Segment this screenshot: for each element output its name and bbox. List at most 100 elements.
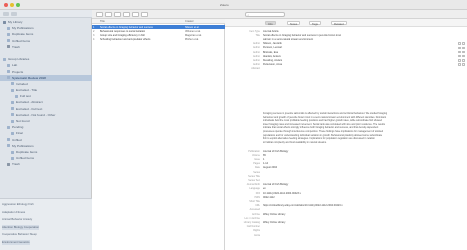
new-collection-button[interactable] [3, 12, 9, 16]
field-label: Volume [252, 153, 260, 157]
item-number: 3 [93, 33, 95, 37]
item-pane: Info Notes Tags Related Item Type Journal Ar… [225, 19, 467, 250]
add-creator-button[interactable] [462, 46, 465, 49]
tag-row[interactable]: Cooperative Behavior Sleep [2, 232, 37, 237]
tab-tags[interactable]: Tags [309, 21, 321, 26]
item-pane-tabs: Info Notes Tags Related [225, 19, 467, 27]
field-value[interactable]: Wiley Online Library [263, 221, 453, 224]
field-value[interactable]: Alanärä, Anders [263, 55, 453, 58]
field-value[interactable]: https://onlinelibrary.wiley.com/doi/abs/… [263, 204, 453, 207]
tab-info[interactable]: Info [265, 21, 276, 26]
field-row: Extra [225, 233, 467, 237]
minimize-window-button[interactable] [10, 3, 14, 7]
field-value[interactable]: 10.1111/j.0022-1112.2004.00423.x [263, 192, 453, 195]
field-value[interactable]: Social effects on foraging behavior and … [263, 34, 453, 37]
field-value[interactable]: Pettersson, Anna [263, 63, 453, 66]
field-value[interactable]: Journal of Fish Biology [263, 183, 453, 186]
add-creator-button[interactable] [462, 63, 465, 66]
field-label: Series Title [248, 174, 260, 178]
field-value[interactable]: en [263, 187, 453, 190]
window-title: Zotero [220, 3, 229, 7]
abstract-text[interactable]: Foraging success in juvenile salmonids i… [263, 112, 463, 144]
field-value[interactable]: 65 [263, 154, 453, 157]
field-label: Author [252, 63, 260, 67]
field-label: Pages [253, 162, 260, 166]
field-value[interactable]: Journal of Fish Biology [263, 150, 453, 153]
search-input[interactable]: ⌕ [245, 12, 285, 17]
publications-icon [7, 26, 10, 30]
sidebar-menu-button[interactable] [11, 12, 17, 16]
field-value[interactable]: salmon in a semi-natural stream environm… [263, 38, 453, 41]
folder-icon [11, 82, 14, 86]
add-creator-button[interactable] [462, 54, 465, 58]
item-creator: Vilhunen et al. [185, 29, 201, 33]
tag-row[interactable]: Adaptation Fitness [2, 210, 25, 215]
field-label: Loc. in Archive [244, 216, 260, 220]
field-row: Abstract [225, 67, 467, 71]
field-label: Abstract [251, 67, 260, 71]
new-note-button[interactable] [114, 12, 121, 17]
field-value[interactable]: Nilsson, Jan-Erik [263, 42, 453, 45]
folder-icon [15, 94, 18, 98]
field-value[interactable]: Journal Article [263, 30, 453, 33]
folder-icon [7, 144, 10, 148]
add-attachment-button[interactable] [123, 12, 130, 17]
tab-related[interactable]: Related [331, 21, 347, 26]
remove-creator-button[interactable] [458, 46, 461, 49]
field-value[interactable]: 1 [263, 158, 453, 161]
field-value[interactable]: 0022-1112 [263, 196, 453, 199]
field-label: ISSN [254, 195, 260, 199]
collections-sidebar: My Library My Publications Duplicate Items… [0, 10, 92, 250]
field-value[interactable]: August 2004 [263, 166, 453, 169]
field-label: Call Number [246, 225, 260, 229]
sidebar-item[interactable]: Trash [0, 161, 92, 167]
collection-tree: My Library My Publications Duplicate Items… [0, 19, 92, 168]
tag-row[interactable]: Aggression Ethology Fish [2, 202, 34, 207]
field-value[interactable]: Kiessling, Anders [263, 59, 453, 62]
field-label: Author [252, 42, 260, 46]
folder-icon [7, 138, 10, 142]
field-label: Language [249, 187, 260, 191]
close-window-button[interactable] [4, 3, 8, 7]
column-title[interactable]: Title [100, 20, 105, 23]
field-label: Title [255, 33, 260, 37]
remove-creator-button[interactable] [458, 42, 461, 45]
folder-icon [7, 63, 10, 67]
tag-row[interactable]: Attention Biology Cooperation [2, 224, 40, 230]
add-creator-button[interactable] [462, 42, 465, 45]
add-by-identifier-button[interactable] [105, 12, 112, 17]
remove-creator-button[interactable] [458, 63, 461, 66]
tab-notes[interactable]: Notes [287, 21, 301, 26]
field-value[interactable]: 1-14 [263, 162, 453, 165]
field-label: Series [253, 170, 260, 174]
list-header: Title Creator [92, 19, 225, 24]
app-window: Zotero My Library My Publications Duplicat… [0, 0, 467, 250]
field-label: Extra [254, 233, 260, 237]
remove-creator-button[interactable] [458, 54, 461, 58]
item-number: 2 [93, 29, 95, 33]
field-label: Series Text [248, 178, 260, 182]
field-value[interactable]: Wiley Online Library [263, 213, 453, 216]
field-label: Archive [252, 212, 260, 216]
add-creator-button[interactable] [462, 50, 465, 54]
field-label: Date [254, 166, 260, 170]
field-value[interactable]: Brännäs, Eva [263, 51, 453, 54]
item-title: Schooling behaviour and anti-predator ef… [100, 38, 151, 42]
field-value[interactable]: Persson, Lennart [263, 46, 453, 49]
maximize-window-button[interactable] [16, 3, 20, 7]
new-item-button[interactable] [96, 12, 103, 17]
locate-button[interactable] [141, 12, 148, 17]
tag-row[interactable]: Environment Genetics [2, 239, 30, 245]
advanced-search-button[interactable] [132, 12, 139, 17]
column-creator[interactable]: Creator [185, 20, 194, 23]
tag-row[interactable]: Animal Behavior Anxiety [2, 217, 32, 222]
folder-icon [7, 70, 10, 74]
remove-creator-button[interactable] [458, 50, 461, 54]
remove-creator-button[interactable] [458, 59, 461, 62]
folder-icon [11, 131, 14, 135]
field-label: Rights [253, 229, 260, 233]
trash-icon [7, 162, 10, 166]
item-row[interactable]: 4 Schooling behaviour and anti-predator e… [92, 38, 225, 42]
item-title: Group size and foraging efficiency in fi… [100, 33, 145, 37]
add-creator-button[interactable] [462, 59, 465, 62]
